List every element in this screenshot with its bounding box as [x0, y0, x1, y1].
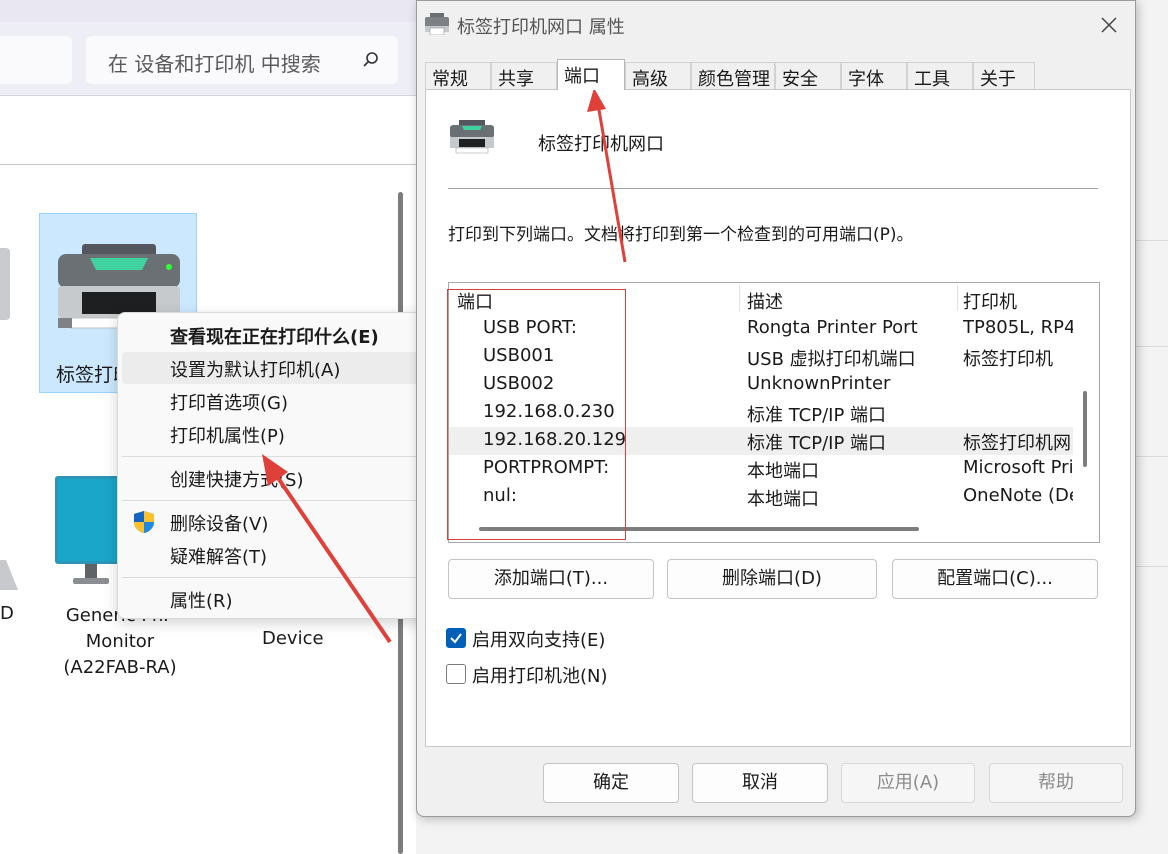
- annotation-highlight-box: [447, 289, 626, 540]
- background-divider: [1136, 566, 1168, 567]
- tab-label: 安全: [782, 69, 818, 90]
- printer-cell: 标签打印机网: [963, 433, 1071, 454]
- tab-security[interactable]: 安全: [775, 62, 841, 90]
- menu-item-label: 疑难解答(T): [170, 547, 268, 568]
- printer-cell: 标签打印机: [963, 349, 1053, 370]
- printer-pooling-label: 启用打印机池(N): [472, 666, 608, 687]
- search-box[interactable]: 在 设备和打印机 中搜索: [86, 36, 398, 84]
- description-cell: 本地端口: [747, 461, 819, 482]
- apply-button[interactable]: 应用(A): [841, 763, 975, 803]
- background-divider: [1136, 240, 1168, 241]
- add-port-button[interactable]: 添加端口(T)...: [448, 559, 654, 599]
- menu-item-label: 创建快捷方式(S): [170, 470, 304, 491]
- tab-bar: 常规 共享 端口 高级 颜色管理 安全 字体 工具 关于: [425, 59, 1131, 90]
- device-name-partial: D: [0, 603, 14, 624]
- tab-label: 端口: [564, 66, 600, 87]
- search-icon[interactable]: [362, 51, 380, 69]
- description-cell: UnknownPrinter: [747, 373, 891, 394]
- column-header-description[interactable]: 描述: [747, 288, 783, 314]
- ok-button[interactable]: 确定: [543, 763, 679, 803]
- vertical-scrollbar-thumb[interactable]: [1083, 391, 1087, 467]
- printer-name: 标签打印机网口: [538, 134, 664, 155]
- tab-advanced[interactable]: 高级: [625, 62, 691, 90]
- divider: [448, 188, 1098, 189]
- configure-port-button[interactable]: 配置端口(C)...: [892, 559, 1098, 599]
- device-name-generic: Device: [262, 628, 324, 649]
- background-window-edge: [1136, 0, 1168, 854]
- menu-item-label: 查看现在正在打印什么(E): [170, 327, 379, 348]
- menu-item-label: 删除设备(V): [170, 514, 269, 535]
- menu-item-label: 打印首选项(G): [170, 393, 288, 414]
- bidirectional-checkbox[interactable]: [446, 628, 466, 648]
- tab-label: 常规: [432, 69, 468, 90]
- search-input[interactable]: 在 设备和打印机 中搜索: [108, 48, 321, 77]
- printer-icon: [450, 120, 494, 154]
- description-cell: Rongta Printer Port: [747, 317, 918, 338]
- bidirectional-label: 启用双向支持(E): [472, 630, 606, 651]
- column-header-printer[interactable]: 打印机: [963, 288, 1017, 314]
- tab-ports[interactable]: 端口: [557, 59, 625, 90]
- tab-about[interactable]: 关于: [973, 62, 1035, 90]
- description-cell: USB 虚拟打印机端口: [747, 349, 916, 370]
- menu-item-label: 设置为默认打印机(A): [170, 360, 341, 381]
- checkmark-icon: [450, 633, 462, 644]
- tab-tools[interactable]: 工具: [907, 62, 973, 90]
- description-cell: 标准 TCP/IP 端口: [747, 405, 887, 426]
- explorer-title-strip: [0, 0, 416, 22]
- ports-description: 打印到下列端口。文档将打印到第一个检查到的可用端口(P)。: [448, 225, 914, 245]
- tab-label: 关于: [980, 69, 1016, 90]
- description-cell: 标准 TCP/IP 端口: [747, 433, 887, 454]
- tab-label: 高级: [632, 69, 668, 90]
- tab-sharing[interactable]: 共享: [491, 62, 557, 90]
- printer-pooling-checkbox[interactable]: [446, 664, 466, 684]
- uac-shield-icon: [134, 511, 154, 533]
- background-divider: [1136, 346, 1168, 347]
- partial-device-icon[interactable]: [0, 248, 10, 320]
- address-bar[interactable]: [0, 36, 72, 84]
- delete-port-button[interactable]: 删除端口(D): [667, 559, 877, 599]
- menu-item-label: 打印机属性(P): [170, 426, 285, 447]
- description-cell: 本地端口: [747, 489, 819, 510]
- printer-icon: [425, 13, 449, 35]
- column-divider[interactable]: [957, 285, 958, 311]
- close-icon[interactable]: [1097, 13, 1121, 37]
- laptop-icon[interactable]: [0, 560, 18, 590]
- tab-color-management[interactable]: 颜色管理: [691, 62, 775, 90]
- monitor-label-line: Monitor: [85, 631, 155, 652]
- menu-item-label: 属性(R): [170, 591, 233, 612]
- tab-label: 工具: [914, 69, 950, 90]
- monitor-label-line: (A22FAB-RA): [63, 657, 177, 678]
- explorer-command-bar: [0, 97, 416, 165]
- tab-fonts[interactable]: 字体: [841, 62, 907, 90]
- printer-cell: TP805L, RP4x: [963, 317, 1073, 338]
- cancel-button[interactable]: 取消: [692, 763, 828, 803]
- help-button[interactable]: 帮助: [989, 763, 1123, 803]
- tab-general[interactable]: 常规: [425, 62, 491, 90]
- column-divider[interactable]: [739, 285, 740, 311]
- background-divider: [1136, 456, 1168, 457]
- printer-cell: Microsoft Pri: [963, 457, 1073, 478]
- printer-cell: OneNote (De: [963, 485, 1073, 506]
- dialog-title: 标签打印机网口 属性: [457, 17, 625, 38]
- tab-label: 共享: [498, 69, 534, 90]
- tab-label: 颜色管理: [698, 69, 770, 90]
- tab-label: 字体: [848, 69, 884, 90]
- explorer-toolbar: 在 设备和打印机 中搜索: [0, 22, 416, 96]
